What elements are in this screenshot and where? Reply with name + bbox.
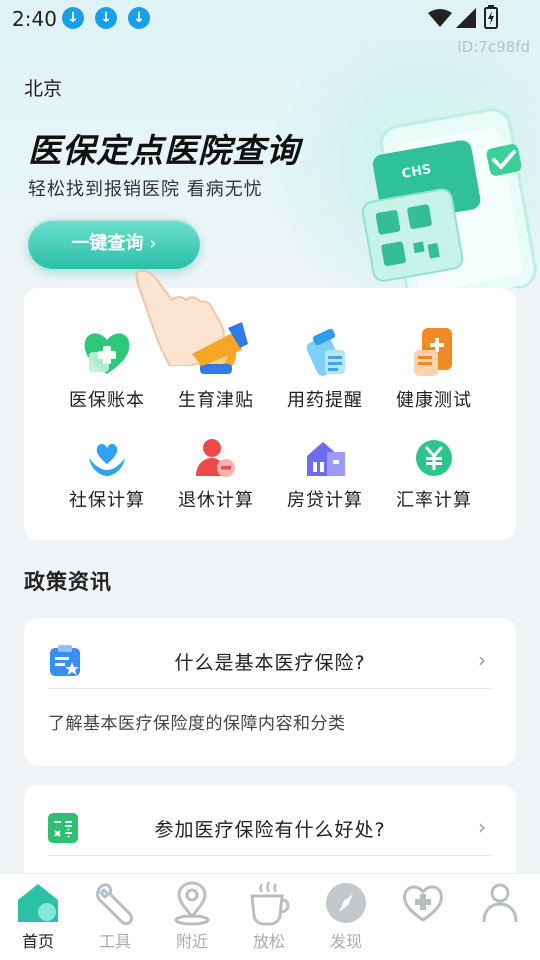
query-button-label: 一键查询 (71, 233, 144, 254)
nav-label: 发现 (329, 932, 362, 951)
retirement-calc-icon (196, 439, 235, 477)
nav-item-health[interactable] (385, 880, 461, 928)
battery-icon (484, 5, 498, 29)
wrench-icon (96, 883, 133, 925)
device-id: ID:7c98fd (457, 38, 530, 56)
nav-item-profile[interactable] (462, 880, 538, 928)
feature-label: 用药提醒 (287, 390, 363, 411)
nav-item-relax[interactable]: 放松 (231, 880, 307, 952)
feature-label: 房贷计算 (287, 490, 363, 511)
chevron-right-icon: › (478, 815, 486, 839)
profile-icon (482, 883, 518, 923)
article-title: 什么是基本医疗保险? (174, 652, 366, 674)
divider (48, 688, 492, 689)
home-icon (18, 884, 58, 922)
feature-label: 健康测试 (396, 390, 472, 411)
health-test-icon (414, 328, 452, 376)
chevron-right-icon: › (149, 233, 157, 254)
chevron-right-icon: › (478, 648, 486, 672)
exchange-rate-icon (416, 440, 452, 476)
compass-icon (326, 883, 366, 923)
social-security-calc-icon (89, 443, 125, 476)
feature-label: 退休计算 (178, 490, 254, 511)
feature-label: 生育津贴 (178, 390, 254, 411)
article-title: 参加医疗保险有什么好处? (154, 819, 386, 841)
download-icon: ↓ (62, 7, 84, 29)
feature-social-security-calc[interactable]: 社保计算 (52, 436, 162, 512)
signal-icon (456, 8, 476, 28)
article-description: 了解基本医疗保险度的保障内容和分类 (48, 714, 346, 734)
feature-exchange-rate-calc[interactable]: 汇率计算 (379, 436, 489, 512)
nav-item-home[interactable]: 首页 (0, 880, 76, 952)
heart-plus-icon (403, 885, 443, 922)
status-bar: 2:40 ↓ ↓ ↓ (0, 0, 540, 36)
divider (48, 855, 492, 856)
policy-article-card[interactable]: 什么是基本医疗保险? › 了解基本医疗保险度的保障内容和分类 (24, 618, 516, 766)
nav-item-tools[interactable]: 工具 (77, 880, 153, 952)
feature-grid-card: 医保账本 生育津贴 用药提醒 健康测试 社保计算 退休计算 房贷计算 汇率计算 (24, 288, 516, 540)
medical-ledger-icon (84, 333, 130, 374)
feature-label: 汇率计算 (396, 490, 472, 511)
medication-reminder-icon (306, 328, 345, 376)
bottom-navigation: 首页 工具 附近 放松 发现 (0, 873, 540, 960)
nav-label: 附近 (175, 932, 208, 951)
feature-medication-reminder[interactable]: 用药提醒 (270, 324, 380, 412)
nav-item-discover[interactable]: 发现 (308, 880, 384, 952)
nav-label: 首页 (21, 932, 54, 951)
feature-health-test[interactable]: 健康测试 (379, 324, 489, 412)
download-icon: ↓ (128, 7, 150, 29)
nav-label: 工具 (98, 932, 131, 951)
download-icon: ↓ (95, 7, 117, 29)
pointing-hand-illustration (135, 269, 248, 366)
feature-label: 医保账本 (69, 390, 145, 411)
wifi-icon (428, 9, 452, 27)
feature-label: 社保计算 (69, 490, 145, 511)
app-screen: 2:40 ↓ ↓ ↓ ID:7c98fd 北京 医保定点医院查询 轻松找到报销医… (0, 0, 540, 960)
location-pin-icon (174, 881, 210, 926)
nav-item-nearby[interactable]: 附近 (154, 880, 230, 952)
city-selector[interactable]: 北京 (24, 74, 62, 101)
coffee-cup-icon (250, 881, 290, 926)
policy-section-title: 政策资讯 (24, 570, 112, 594)
status-time: 2:40 (12, 7, 57, 31)
hero-title: 医保定点医院查询 (28, 131, 300, 170)
mortgage-calc-icon (307, 442, 345, 476)
one-click-query-button[interactable]: 一键查询 › (28, 219, 200, 269)
feature-mortgage-calc[interactable]: 房贷计算 (270, 436, 380, 512)
hero-subtitle: 轻松找到报销医院 看病无忧 (28, 179, 263, 200)
phone-illustration: CHS (361, 88, 537, 288)
feature-retirement-calc[interactable]: 退休计算 (161, 436, 271, 512)
nav-label: 放松 (252, 932, 285, 951)
